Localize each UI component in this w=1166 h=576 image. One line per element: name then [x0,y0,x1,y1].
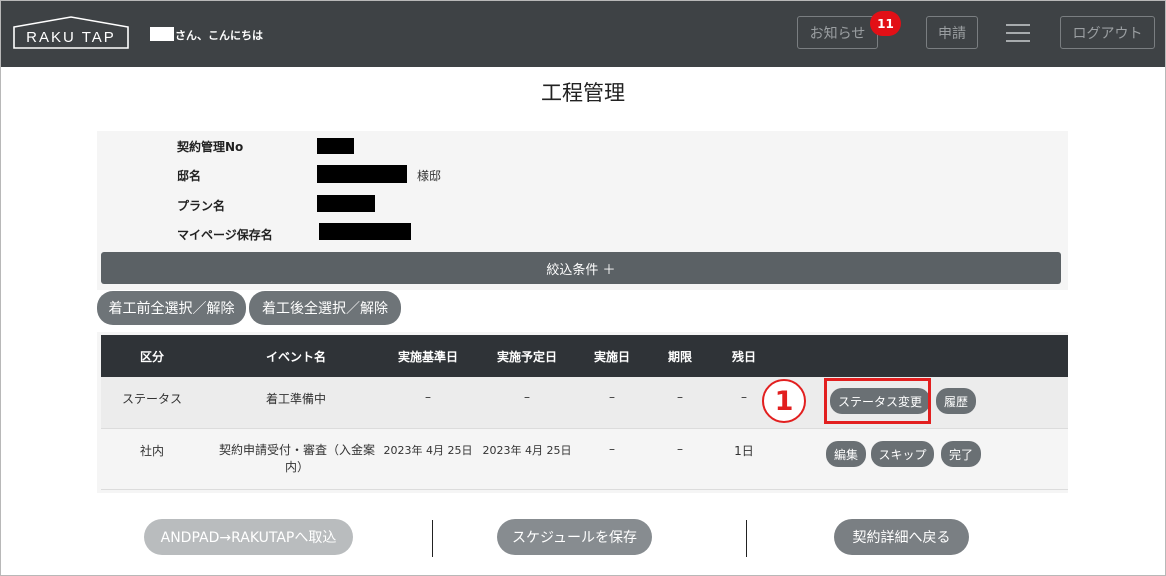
select-before-construction-button[interactable]: 着工前全選択／解除 [97,291,246,325]
column-header-event: イベント名 [265,349,326,364]
cell-base-date: – [425,390,431,404]
cell-done-date: – [609,442,615,456]
logo-text: RAKU TAP [26,29,116,46]
column-header-done-date: 実施日 [593,349,630,364]
cell-deadline: – [677,442,683,456]
column-header-deadline: 期限 [667,349,692,364]
residence-label: 邸名 [177,169,202,183]
cell-category: ステータス [121,392,182,406]
highlight-box [824,378,931,424]
top-bar: RAKU TAP さん、こんにちは お知らせ 11 申請 ログアウト [1,1,1165,67]
save-schedule-button[interactable]: スケジュールを保存 [497,519,652,555]
filter-toggle[interactable]: 絞込条件 ＋ [101,252,1061,284]
edit-button[interactable]: 編集 [826,441,866,467]
select-after-construction-button[interactable]: 着工後全選択／解除 [249,291,401,325]
column-header-planned-date: 実施予定日 [496,349,557,364]
column-header-remaining: 残日 [731,349,756,364]
footer-divider [432,520,433,557]
logout-button-label: ログアウト [1072,25,1143,42]
notice-button-label: お知らせ [809,25,866,42]
plan-label: プラン名 [177,199,226,213]
apply-button-label: 申請 [938,25,966,42]
schedule-table-header: 区分 イベント名 実施基準日 実施予定日 実施日 期限 残日 [101,335,1068,377]
plan-value-redacted [317,195,375,212]
cell-planned-date: – [524,390,530,404]
cell-remaining: 1日 [734,444,754,458]
hamburger-menu-icon[interactable] [1006,24,1030,42]
schedule-panel: 契約管理No 邸名 様邸 プラン名 マイページ保存名 絞込条件 ＋ 着工前全選択… [97,131,1068,493]
mypage-name-label: マイページ保存名 [177,228,273,242]
cell-deadline: – [677,390,683,404]
cell-planned-date: 2023年 4月 25日 [482,444,572,457]
logout-button[interactable]: ログアウト [1060,16,1155,49]
cell-event: 着工準備中 [265,392,326,406]
greeting-text: さん、こんにちは [175,29,263,42]
table-row: 社内 契約申請受付・審査（入金案内） 2023年 4月 25日 2023年 4月… [101,429,1068,489]
cell-category: 社内 [139,444,164,458]
cell-event: 契約申請受付・審査（入金案内） [218,443,375,474]
back-to-contract-button[interactable]: 契約詳細へ戻る [834,519,969,555]
username-redacted [150,27,174,41]
notice-button[interactable]: お知らせ [797,16,878,49]
residence-suffix: 様邸 [417,169,442,183]
cell-base-date: 2023年 4月 25日 [383,444,473,457]
import-from-andpad-button[interactable]: ANDPAD→RAKUTAPへ取込 [144,519,353,555]
footer-divider [746,520,747,557]
cell-done-date: – [609,390,615,404]
mypage-name-value-redacted [319,223,411,240]
contract-no-label: 契約管理No [177,140,244,154]
select-button-area: 着工前全選択／解除 着工後全選択／解除 [97,290,1068,332]
row-divider [101,489,1068,490]
skip-button[interactable]: スキップ [871,441,934,467]
apply-button[interactable]: 申請 [926,16,978,49]
complete-button[interactable]: 完了 [941,441,981,467]
raku-tap-logo[interactable]: RAKU TAP [13,15,129,49]
app-window: RAKU TAP さん、こんにちは お知らせ 11 申請 ログアウト 工程管理 … [0,0,1166,576]
column-header-category: 区分 [139,349,164,364]
notice-count-badge: 11 [870,11,901,36]
page-title: 工程管理 [541,81,625,105]
residence-value-redacted [317,165,407,183]
column-header-base-date: 実施基準日 [397,349,458,364]
contract-no-value-redacted [317,138,354,154]
history-button[interactable]: 履歴 [936,388,976,414]
step-marker: 1 [762,379,806,423]
